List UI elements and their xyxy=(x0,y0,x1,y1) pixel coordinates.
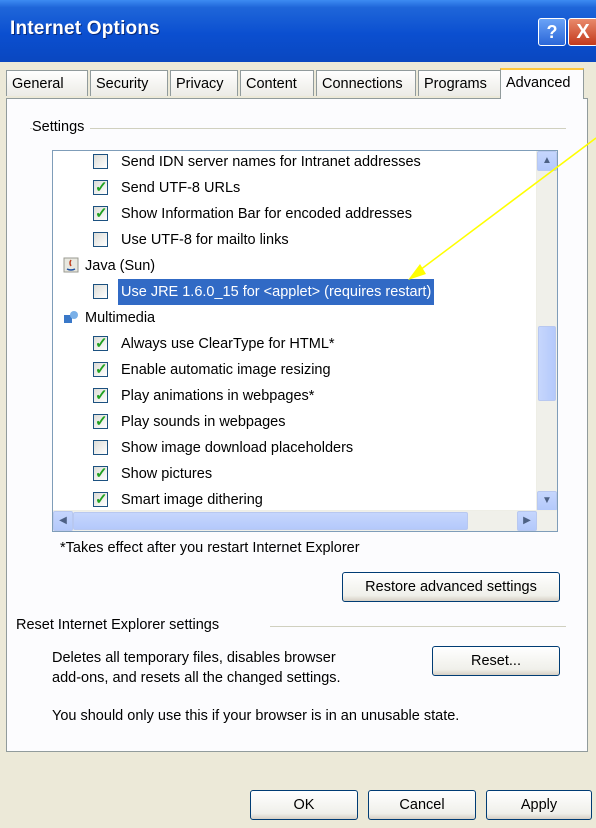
restore-advanced-settings-button[interactable]: Restore advanced settings xyxy=(342,572,560,602)
reset-group-line xyxy=(270,626,566,627)
reset-group-label: Reset Internet Explorer settings xyxy=(16,617,226,633)
reset-button[interactable]: Reset... xyxy=(432,646,560,676)
restart-note: *Takes effect after you restart Internet… xyxy=(60,540,360,556)
cancel-button[interactable]: Cancel xyxy=(368,790,476,820)
reset-description-line2: add-ons, and resets all the changed sett… xyxy=(52,670,341,686)
annotation-arrow xyxy=(408,137,596,280)
reset-warning: You should only use this if your browser… xyxy=(52,708,460,724)
apply-button[interactable]: Apply xyxy=(486,790,592,820)
ok-button[interactable]: OK xyxy=(250,790,358,820)
reset-description-line1: Deletes all temporary files, disables br… xyxy=(52,650,336,666)
tab-advanced[interactable]: Advanced xyxy=(500,68,584,99)
